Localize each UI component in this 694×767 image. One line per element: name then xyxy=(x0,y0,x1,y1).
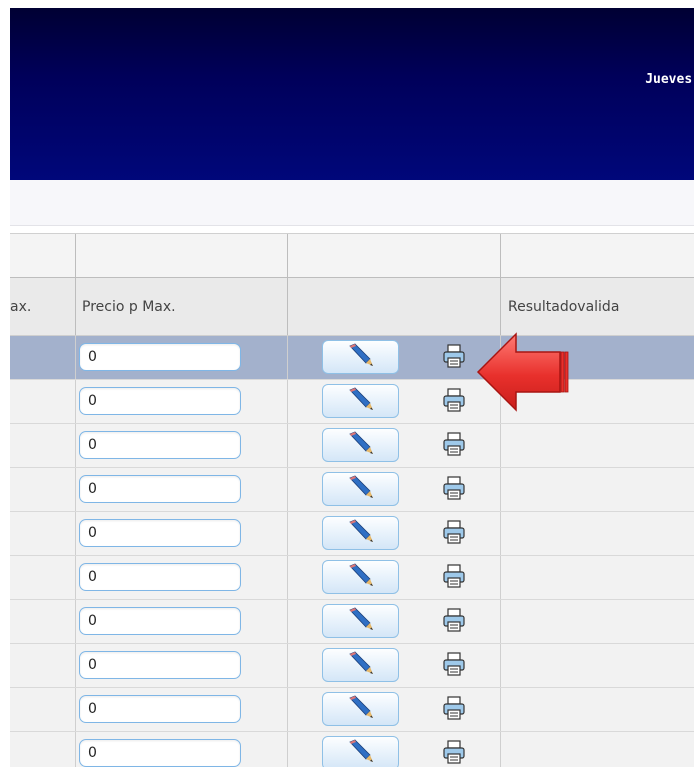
table-row[interactable] xyxy=(10,556,694,600)
printer-icon xyxy=(441,387,467,417)
print-button[interactable] xyxy=(440,696,468,724)
edit-button[interactable] xyxy=(322,692,399,726)
edit-button[interactable] xyxy=(322,472,399,506)
pencil-icon xyxy=(346,474,376,504)
grid-filter-row xyxy=(10,233,694,278)
precio-max-input[interactable] xyxy=(79,431,241,459)
print-button[interactable] xyxy=(440,432,468,460)
precio-max-input[interactable] xyxy=(79,563,241,591)
sub-toolbar xyxy=(10,180,694,226)
pencil-icon xyxy=(346,518,376,548)
print-button[interactable] xyxy=(440,564,468,592)
edit-button[interactable] xyxy=(322,736,399,767)
edit-button[interactable] xyxy=(322,340,399,374)
edit-button[interactable] xyxy=(322,560,399,594)
printer-icon xyxy=(441,607,467,637)
edit-button[interactable] xyxy=(322,384,399,418)
edit-button[interactable] xyxy=(322,428,399,462)
column-header-resultado[interactable]: Resultadovalida xyxy=(508,299,619,315)
pencil-icon xyxy=(346,738,376,767)
red-arrow-annotation xyxy=(476,332,569,412)
precio-max-input[interactable] xyxy=(79,343,241,371)
pencil-icon xyxy=(346,650,376,680)
precio-max-input[interactable] xyxy=(79,695,241,723)
pencil-icon xyxy=(346,342,376,372)
table-row[interactable] xyxy=(10,512,694,556)
table-row[interactable] xyxy=(10,336,694,380)
printer-icon xyxy=(441,475,467,505)
print-button[interactable] xyxy=(440,520,468,548)
table-row[interactable] xyxy=(10,468,694,512)
print-button[interactable] xyxy=(440,476,468,504)
table-row[interactable] xyxy=(10,600,694,644)
app-header: Jueves, xyxy=(10,8,694,180)
pencil-icon xyxy=(346,386,376,416)
pencil-icon xyxy=(346,694,376,724)
print-button[interactable] xyxy=(440,740,468,767)
printer-icon xyxy=(441,431,467,461)
pencil-icon xyxy=(346,606,376,636)
printer-icon xyxy=(441,563,467,593)
precio-max-input[interactable] xyxy=(79,607,241,635)
edit-button[interactable] xyxy=(322,604,399,638)
table-row[interactable] xyxy=(10,424,694,468)
table-row[interactable] xyxy=(10,644,694,688)
printer-icon xyxy=(441,739,467,767)
column-header-partial[interactable]: ax. xyxy=(10,299,31,315)
print-button[interactable] xyxy=(440,344,468,372)
header-date: Jueves, xyxy=(645,72,694,87)
table-row[interactable] xyxy=(10,732,694,767)
print-button[interactable] xyxy=(440,388,468,416)
precio-max-input[interactable] xyxy=(79,739,241,767)
grid-header-row: ax. Precio p Max. Resultadovalida xyxy=(10,278,694,336)
edit-button[interactable] xyxy=(322,648,399,682)
precio-max-input[interactable] xyxy=(79,475,241,503)
precio-max-input[interactable] xyxy=(79,519,241,547)
precio-max-input[interactable] xyxy=(79,387,241,415)
pencil-icon xyxy=(346,430,376,460)
printer-icon xyxy=(441,651,467,681)
results-grid: ax. Precio p Max. Resultadovalida xyxy=(10,233,694,767)
column-header-precio-max[interactable]: Precio p Max. xyxy=(82,299,176,315)
printer-icon xyxy=(441,343,467,373)
table-row[interactable] xyxy=(10,688,694,732)
printer-icon xyxy=(441,519,467,549)
print-button[interactable] xyxy=(440,608,468,636)
print-button[interactable] xyxy=(440,652,468,680)
precio-max-input[interactable] xyxy=(79,651,241,679)
edit-button[interactable] xyxy=(322,516,399,550)
table-row[interactable] xyxy=(10,380,694,424)
printer-icon xyxy=(441,695,467,725)
pencil-icon xyxy=(346,562,376,592)
